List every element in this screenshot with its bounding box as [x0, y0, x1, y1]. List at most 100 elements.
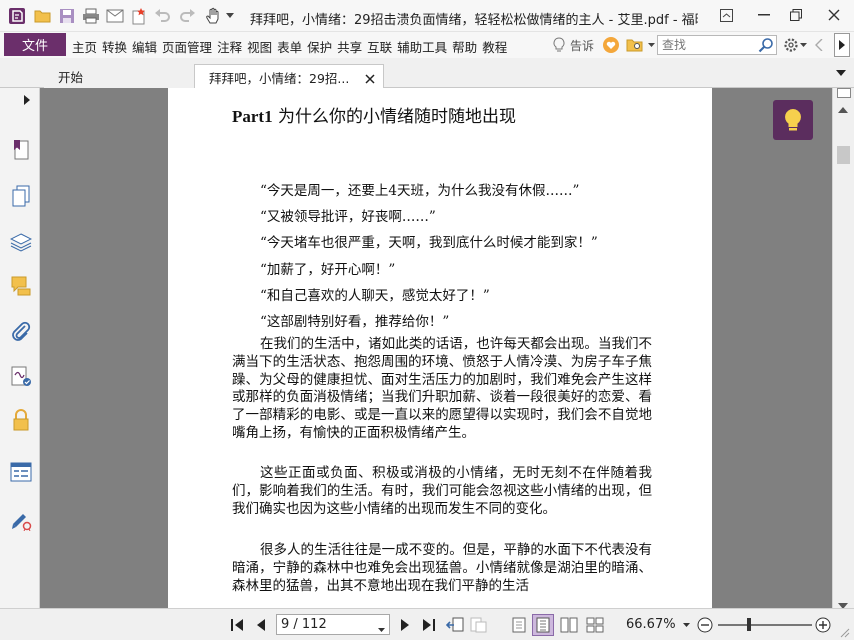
ribbon-scroll-right-icon[interactable] [834, 33, 850, 57]
status-bar: 9 / 112 66.67% [0, 608, 854, 640]
lightbulb-icon [553, 37, 565, 52]
menu-help[interactable]: 帮助 [452, 37, 477, 56]
quote-line: “今天堵车也很严重，天啊，我到底什么时候才能到家！” [260, 235, 598, 252]
search-folder-icon[interactable] [626, 36, 644, 54]
scroll-up-button[interactable] [837, 88, 851, 98]
maximize-button[interactable] [780, 4, 812, 26]
menu-accessibility[interactable]: 辅助工具 [397, 37, 447, 56]
tab-start-label: 开始 [58, 69, 84, 85]
facing-view-icon[interactable] [560, 616, 578, 634]
bookmark-icon[interactable] [9, 138, 33, 162]
ribbon-scroll-left-icon[interactable] [812, 36, 826, 54]
settings-dropdown-icon[interactable] [798, 36, 808, 54]
menu-connect[interactable]: 互联 [367, 37, 392, 56]
quote-line: “和自己喜欢的人聊天，感觉太好了！” [260, 287, 490, 304]
sign-pen-icon[interactable] [9, 508, 33, 532]
quote-line: “今天是周一，还要上4天班，为什么我没有休假……” [260, 183, 580, 199]
scroll-up-arrow-icon[interactable] [838, 102, 848, 116]
tell-me-button[interactable]: 告诉 [552, 36, 594, 54]
search-icon[interactable] [758, 37, 774, 56]
close-tab-icon[interactable] [365, 72, 375, 87]
quote-line: “这部剧特别好看，推荐给你！” [260, 313, 450, 330]
tab-document[interactable]: 拜拜吧，小情绪：29招... [194, 64, 384, 89]
menu-home[interactable]: 主页 [72, 37, 97, 56]
quote-line: “加薪了，好开心啊！” [260, 261, 396, 278]
zoom-in-button[interactable] [814, 616, 832, 634]
last-page-button[interactable] [420, 616, 438, 634]
undo-icon[interactable] [154, 7, 172, 25]
quote-line: “又被领导批评，好丧啊……” [260, 209, 436, 226]
zoom-dropdown-icon[interactable] [680, 616, 692, 634]
tab-start[interactable]: 开始 [44, 64, 194, 88]
single-page-view-icon[interactable] [510, 616, 528, 634]
menu-page-management[interactable]: 页面管理 [162, 37, 212, 56]
tell-me-label: 告诉 [570, 38, 595, 53]
body-paragraph: 很多人的生活往往是一成不变的。但是，平静的水面下不代表没有暗涌，宁静的森林中也难… [232, 542, 652, 594]
tips-lightbulb-button[interactable] [773, 100, 813, 140]
redo-icon[interactable] [178, 7, 196, 25]
tab-list-dropdown-icon[interactable] [832, 64, 850, 82]
next-view-icon[interactable] [470, 616, 488, 634]
expand-panel-arrow-icon[interactable] [20, 90, 34, 110]
security-lock-icon[interactable] [9, 408, 33, 432]
zoom-slider-thumb[interactable] [747, 618, 752, 631]
page-heading-text: 为什么你的小情绪随时随地出现 [272, 107, 516, 127]
menu-comment[interactable]: 注释 [217, 37, 242, 56]
zoom-out-button[interactable] [696, 616, 714, 634]
page-dropdown-icon[interactable] [378, 622, 385, 637]
menu-tutorial[interactable]: 教程 [482, 37, 507, 56]
foxit-logo-icon[interactable] [8, 7, 26, 25]
form-fields-icon[interactable] [9, 460, 33, 484]
title-bar: 拜拜吧，小情绪：29招击溃负面情绪，轻轻松松做情绪的主人 - 艾里.pdf - … [0, 0, 854, 32]
zoom-level-display[interactable]: 66.67% [626, 617, 676, 632]
minimize-button[interactable] [748, 4, 780, 26]
page-number-field[interactable]: 9 / 112 [276, 614, 390, 635]
navigation-panel [0, 88, 43, 608]
document-viewport[interactable]: Part1 为什么你的小情绪随时随地出现 “今天是周一，还要上4天班，为什么我没… [40, 88, 832, 608]
window-title: 拜拜吧，小情绪：29招击溃负面情绪，轻轻松松做情绪的主人 - 艾里.pdf - … [250, 13, 698, 28]
layers-icon[interactable] [9, 230, 33, 254]
new-star-icon[interactable] [130, 7, 148, 25]
pages-icon[interactable] [9, 184, 33, 208]
save-icon[interactable] [58, 7, 76, 25]
print-icon[interactable] [82, 7, 100, 25]
search-input[interactable] [658, 36, 756, 54]
vertical-scrollbar[interactable] [832, 88, 854, 609]
ribbon-tabs: 主页 转换 编辑 页面管理 注释 视图 表单 保护 共享 互联 辅助工具 帮助 … [72, 37, 512, 56]
document-tab-bar: 开始 拜拜吧，小情绪：29招... [0, 58, 854, 89]
open-folder-icon[interactable] [34, 7, 52, 25]
menu-protect[interactable]: 保护 [307, 37, 332, 56]
continuous-facing-view-icon[interactable] [586, 616, 604, 634]
menu-bar: 文件 主页 转换 编辑 页面管理 注释 视图 表单 保护 共享 互联 辅助工具 … [0, 32, 854, 58]
body-paragraph: 这些正面或负面、积极或消极的小情绪，无时无刻不在伴随着我们，影响着我们的生活。有… [232, 465, 652, 517]
feedback-heart-icon[interactable] [602, 36, 620, 54]
scroll-thumb[interactable] [837, 146, 850, 164]
menu-view[interactable]: 视图 [247, 37, 272, 56]
hand-tool-icon[interactable] [204, 7, 222, 25]
previous-page-button[interactable] [252, 616, 270, 634]
signature-icon[interactable] [9, 364, 33, 388]
next-page-button[interactable] [396, 616, 414, 634]
search-field[interactable] [657, 35, 777, 55]
quick-access-dropdown-icon[interactable] [224, 7, 236, 25]
search-options-dropdown-icon[interactable] [646, 36, 656, 54]
file-menu-button[interactable]: 文件 [4, 33, 66, 56]
previous-view-icon[interactable] [446, 616, 464, 634]
page-heading: Part1 为什么你的小情绪随时随地出现 [232, 102, 516, 127]
comments-icon[interactable] [9, 274, 33, 298]
attachments-icon[interactable] [9, 320, 33, 344]
close-window-button[interactable] [818, 4, 850, 26]
email-icon[interactable] [106, 7, 124, 25]
menu-edit[interactable]: 编辑 [132, 37, 157, 56]
menu-share[interactable]: 共享 [337, 37, 362, 56]
page-heading-part: Part1 [232, 107, 273, 126]
continuous-view-icon[interactable] [532, 614, 554, 636]
first-page-button[interactable] [228, 616, 246, 634]
lightbulb-icon [785, 109, 801, 131]
pdf-page: Part1 为什么你的小情绪随时随地出现 “今天是周一，还要上4天班，为什么我没… [168, 88, 712, 608]
ribbon-toggle-icon[interactable] [710, 4, 742, 26]
resize-grip-icon[interactable] [840, 627, 850, 640]
menu-form[interactable]: 表单 [277, 37, 302, 56]
menu-convert[interactable]: 转换 [102, 37, 127, 56]
zoom-slider[interactable] [718, 618, 812, 631]
